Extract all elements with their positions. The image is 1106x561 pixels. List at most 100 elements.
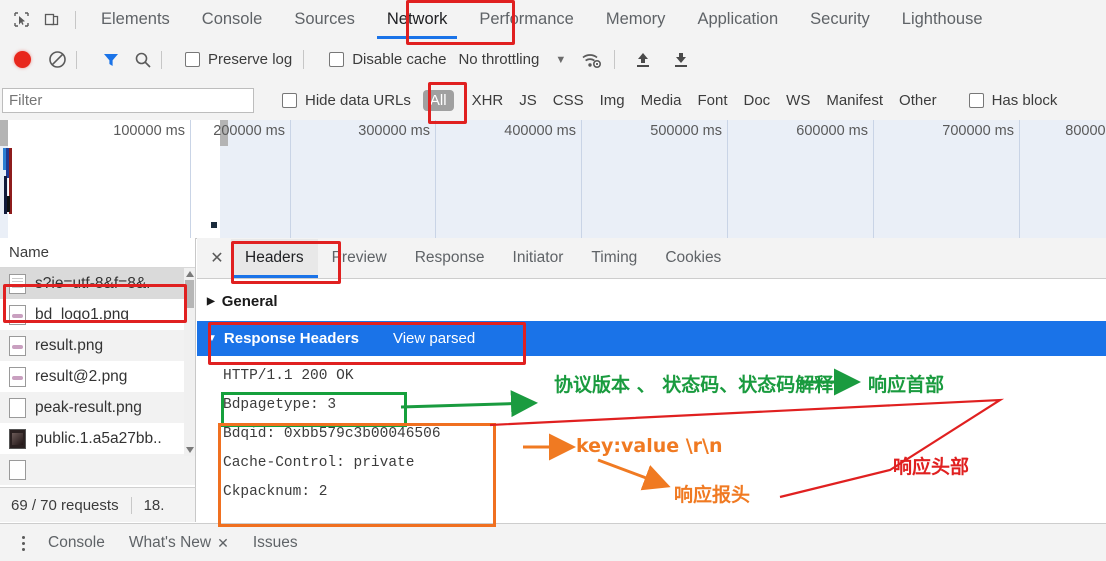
tab-application[interactable]: Application (681, 1, 794, 39)
filter-type-ws[interactable]: WS (778, 90, 818, 111)
drawer-tabstrip: Console What's New ✕ Issues (0, 523, 1106, 561)
hide-data-urls-checkbox[interactable]: Hide data URLs (282, 92, 411, 109)
tab-memory[interactable]: Memory (590, 1, 682, 39)
overview-activity-dot (211, 222, 217, 228)
timeline-tick-label: 600000 ms (796, 123, 868, 139)
tab-label: Timing (591, 249, 638, 266)
tab-security[interactable]: Security (794, 1, 886, 39)
drawer-tab-label: What's New (128, 534, 212, 551)
search-icon[interactable] (134, 51, 152, 69)
request-count: 69 / 70 requests (11, 496, 119, 514)
list-item[interactable]: public.1.a5a27bb.. (0, 423, 195, 454)
overview-activity-bar (7, 196, 10, 212)
list-item[interactable]: bd_logo1.png (0, 299, 195, 330)
upload-icon[interactable] (634, 51, 652, 69)
tab-preview[interactable]: Preview (318, 239, 401, 278)
toolbar-divider (161, 50, 162, 69)
timeline-tick-label: 400000 ms (504, 123, 576, 139)
toolbar-divider (614, 50, 616, 69)
device-toolbar-icon[interactable] (36, 1, 66, 39)
timeline-tick-label: 800000 ms (1065, 123, 1106, 139)
has-blocked-label: Has block (991, 91, 1058, 109)
timeline-tick: 300000 ms (290, 120, 436, 238)
chevron-down-icon[interactable]: ▼ (555, 54, 566, 66)
filter-type-other[interactable]: Other (891, 90, 945, 111)
filter-type-doc[interactable]: Doc (735, 90, 778, 111)
filter-type-manifest[interactable]: Manifest (818, 90, 891, 111)
close-icon[interactable]: ✕ (217, 535, 229, 552)
tab-label: Elements (101, 10, 170, 28)
list-item[interactable]: s?ie=utf-8&f=8&. (0, 268, 195, 299)
filter-type-font[interactable]: Font (689, 90, 735, 111)
tab-timing[interactable]: Timing (577, 239, 651, 278)
scroll-up-icon[interactable] (186, 271, 194, 277)
timeline-tick: 600000 ms (727, 120, 874, 238)
preserve-log-checkbox[interactable]: Preserve log (185, 51, 292, 68)
tab-response[interactable]: Response (401, 239, 499, 278)
funnel-icon[interactable] (102, 51, 120, 69)
filter-type-img[interactable]: Img (592, 90, 633, 111)
request-list: s?ie=utf-8&f=8&. bd_logo1.png result.png… (0, 268, 195, 485)
annotation-red-head: 响应头部 (893, 456, 970, 478)
list-item[interactable]: result.png (0, 330, 195, 361)
tab-label: Sources (294, 10, 355, 28)
tab-lighthouse[interactable]: Lighthouse (886, 1, 999, 39)
annotation-green-response-head: 响应首部 (868, 374, 945, 396)
request-list-scrollbar[interactable] (184, 268, 195, 456)
drawer-tab-issues[interactable]: Issues (241, 525, 310, 561)
filter-type-js[interactable]: JS (511, 90, 545, 111)
filter-type-all[interactable]: All (422, 89, 454, 111)
network-conditions-icon[interactable] (581, 51, 603, 69)
throttling-select[interactable]: No throttling (458, 51, 539, 68)
tab-label: Response (414, 249, 485, 266)
drawer-tab-console[interactable]: Console (36, 525, 117, 561)
tab-sources[interactable]: Sources (278, 1, 371, 39)
timeline-tick-label: 500000 ms (650, 123, 722, 139)
checkbox-box (185, 52, 200, 67)
drawer-tab-whats-new[interactable]: What's New ✕ (117, 525, 241, 561)
overview-handle-left[interactable] (0, 120, 8, 146)
record-icon[interactable] (14, 51, 31, 68)
tab-cookies[interactable]: Cookies (651, 239, 735, 278)
list-item[interactable]: peak-result.png (0, 392, 195, 423)
request-name: bd_logo1.png (35, 305, 129, 323)
tab-performance[interactable]: Performance (463, 1, 589, 39)
tab-label: Application (697, 10, 779, 28)
tab-elements[interactable]: Elements (85, 1, 186, 39)
section-general[interactable]: ▶ General (197, 287, 1106, 315)
column-header-name[interactable]: Name (0, 238, 195, 268)
image-icon (9, 335, 26, 356)
tab-label: Performance (479, 10, 574, 28)
tab-label: Network (386, 10, 448, 28)
download-icon[interactable] (672, 51, 690, 69)
tab-headers[interactable]: Headers (231, 238, 318, 278)
filter-bar: Hide data URLs All XHR JS CSS Img Media … (0, 80, 1106, 121)
close-icon[interactable]: ✕ (203, 239, 231, 278)
tab-network[interactable]: Network (371, 1, 464, 39)
tab-label: Cookies (665, 249, 722, 266)
scroll-down-icon[interactable] (186, 447, 194, 453)
timeline-tick-label: 300000 ms (358, 123, 430, 139)
transferred-size: 18. (143, 496, 165, 514)
scrollbar-thumb[interactable] (185, 280, 194, 308)
has-blocked-cookies-checkbox[interactable]: Has block (968, 91, 1058, 109)
tab-console[interactable]: Console (186, 1, 279, 39)
clear-icon[interactable] (48, 50, 67, 69)
network-overview-timeline[interactable]: 100000 ms 200000 ms 300000 ms 400000 ms … (0, 120, 1106, 239)
filter-input[interactable] (2, 87, 254, 113)
drawer-tab-label: Issues (252, 534, 298, 551)
list-item-partial[interactable] (0, 454, 195, 485)
request-name: public.1.a5a27bb.. (35, 429, 162, 447)
list-item[interactable]: result@2.png (0, 361, 195, 392)
section-response-headers[interactable]: ▼ Response Headers View parsed (197, 321, 1106, 356)
filter-type-css[interactable]: CSS (545, 90, 592, 111)
request-name: s?ie=utf-8&f=8&. (35, 274, 151, 292)
disable-cache-checkbox[interactable]: Disable cache (329, 51, 446, 68)
more-options-icon[interactable] (10, 535, 36, 551)
document-icon (9, 273, 26, 294)
filter-type-xhr[interactable]: XHR (464, 90, 512, 111)
filter-type-media[interactable]: Media (633, 90, 690, 111)
view-parsed-link[interactable]: View parsed (393, 330, 475, 347)
tab-initiator[interactable]: Initiator (499, 239, 578, 278)
cursor-inspect-icon[interactable] (6, 1, 36, 39)
